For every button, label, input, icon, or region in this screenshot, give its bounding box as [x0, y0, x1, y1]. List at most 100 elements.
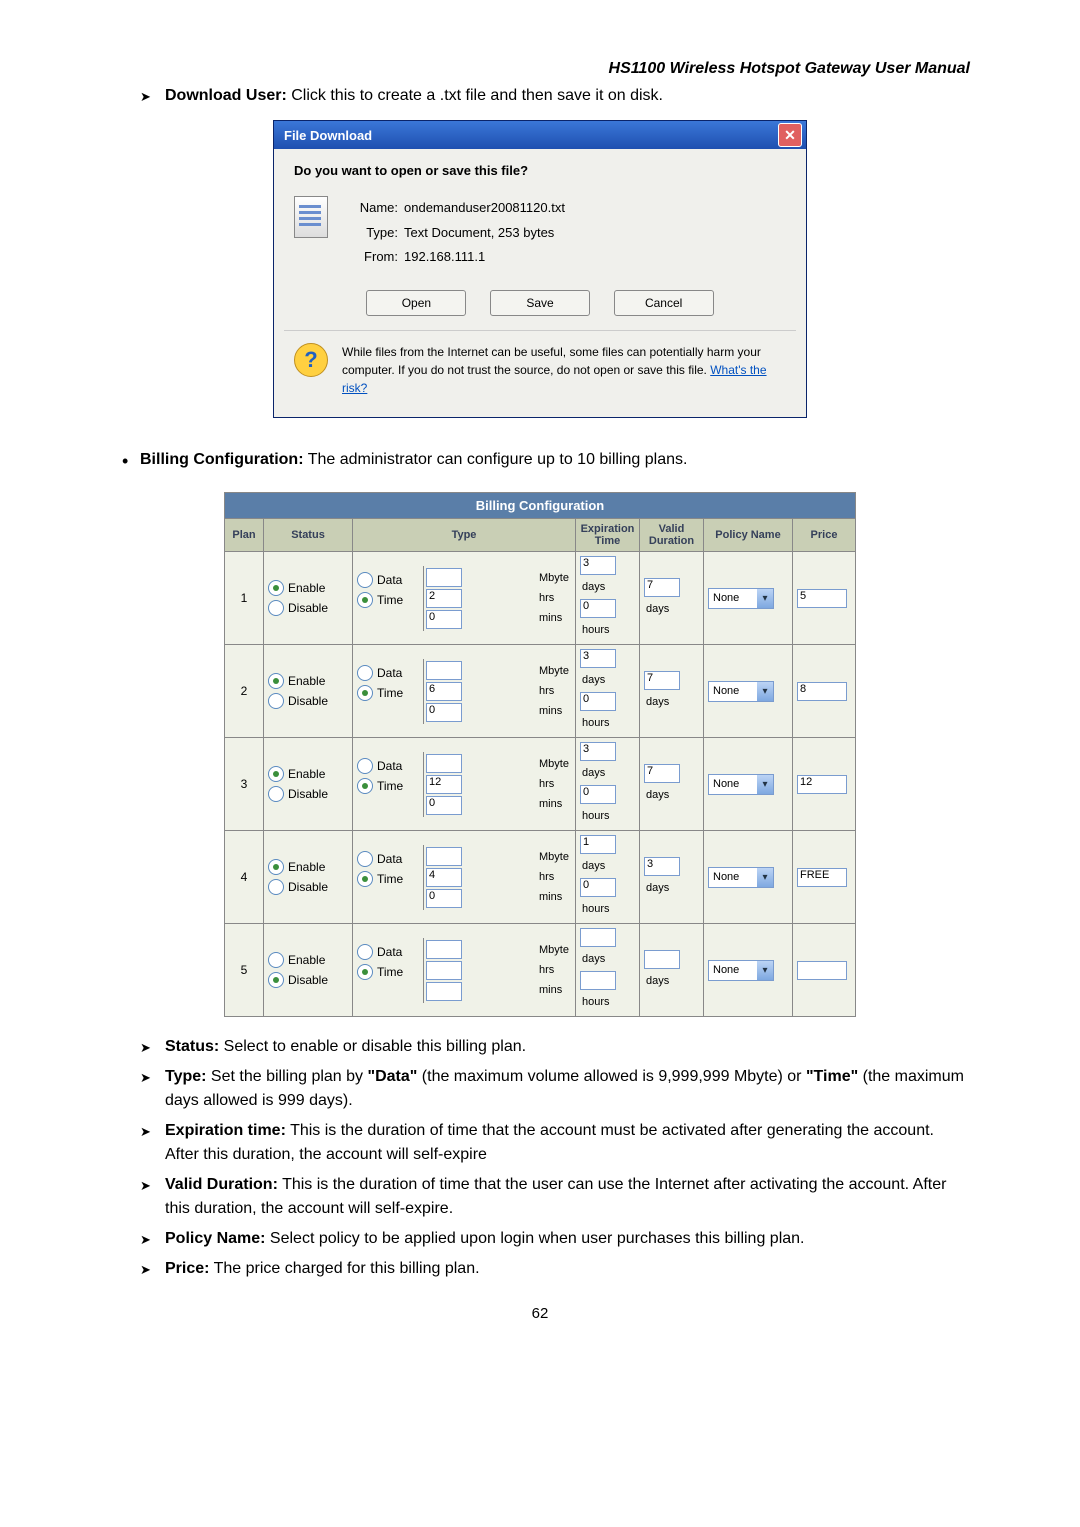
hrs-input[interactable]: 2 [426, 589, 462, 608]
mins-input[interactable] [426, 982, 462, 1001]
hrs-input[interactable] [426, 961, 462, 980]
radio-icon[interactable] [268, 766, 284, 782]
time-radio-row[interactable]: Time [357, 683, 419, 703]
radio-icon[interactable] [357, 778, 373, 794]
radio-icon[interactable] [268, 600, 284, 616]
time-radio-row[interactable]: Time [357, 962, 419, 982]
radio-icon[interactable] [357, 851, 373, 867]
radio-icon[interactable] [268, 879, 284, 895]
valid-days-input[interactable] [644, 950, 680, 969]
radio-icon[interactable] [268, 693, 284, 709]
exp-days-input[interactable]: 3 [580, 649, 616, 668]
chevron-down-icon[interactable]: ▾ [757, 589, 773, 608]
type-units: Mbyte hrs mins [537, 752, 575, 817]
hrs-input[interactable]: 12 [426, 775, 462, 794]
enable-label: Enable [288, 860, 325, 874]
price-input[interactable]: 12 [797, 775, 847, 794]
valid-days-input[interactable]: 7 [644, 671, 680, 690]
data-radio-row[interactable]: Data [357, 849, 419, 869]
radio-icon[interactable] [268, 786, 284, 802]
dialog-body: Do you want to open or save this file? N… [274, 149, 806, 417]
radio-icon[interactable] [268, 859, 284, 875]
radio-icon[interactable] [268, 972, 284, 988]
exp-hours-input[interactable] [580, 971, 616, 990]
disable-radio-row[interactable]: Disable [268, 784, 348, 804]
mbyte-input[interactable] [426, 940, 462, 959]
disable-radio-row[interactable]: Disable [268, 598, 348, 618]
data-radio-row[interactable]: Data [357, 942, 419, 962]
enable-radio-row[interactable]: Enable [268, 764, 348, 784]
mins-input[interactable]: 0 [426, 889, 462, 908]
disable-radio-row[interactable]: Disable [268, 691, 348, 711]
radio-icon[interactable] [357, 685, 373, 701]
exp-hours-input[interactable]: 0 [580, 692, 616, 711]
enable-radio-row[interactable]: Enable [268, 857, 348, 877]
radio-icon[interactable] [268, 580, 284, 596]
policy-select[interactable]: None ▾ [708, 960, 774, 981]
close-icon[interactable]: ✕ [778, 123, 802, 147]
note-price-label: Price: [165, 1260, 209, 1277]
radio-icon[interactable] [357, 871, 373, 887]
time-radio-row[interactable]: Time [357, 776, 419, 796]
mins-input[interactable]: 0 [426, 796, 462, 815]
policy-select[interactable]: None ▾ [708, 774, 774, 795]
mins-input[interactable]: 0 [426, 610, 462, 629]
exp-days-input[interactable]: 3 [580, 556, 616, 575]
chevron-down-icon[interactable]: ▾ [757, 961, 773, 980]
valid-days-input[interactable]: 3 [644, 857, 680, 876]
exp-days-input[interactable]: 3 [580, 742, 616, 761]
type-values: 2 0 [424, 566, 537, 631]
open-button[interactable]: Open [366, 290, 466, 316]
data-radio-row[interactable]: Data [357, 570, 419, 590]
valid-days-input[interactable]: 7 [644, 578, 680, 597]
radio-icon[interactable] [268, 673, 284, 689]
disable-radio-row[interactable]: Disable [268, 970, 348, 990]
enable-radio-row[interactable]: Enable [268, 950, 348, 970]
enable-radio-row[interactable]: Enable [268, 671, 348, 691]
radio-icon[interactable] [357, 944, 373, 960]
radio-icon[interactable] [357, 964, 373, 980]
data-radio-row[interactable]: Data [357, 756, 419, 776]
price-input[interactable]: 8 [797, 682, 847, 701]
data-label: Data [377, 852, 402, 866]
time-radio-row[interactable]: Time [357, 590, 419, 610]
hrs-input[interactable]: 6 [426, 682, 462, 701]
policy-select[interactable]: None ▾ [708, 588, 774, 609]
radio-icon[interactable] [357, 758, 373, 774]
enable-radio-row[interactable]: Enable [268, 578, 348, 598]
price-input[interactable]: FREE [797, 868, 847, 887]
mbyte-input[interactable] [426, 847, 462, 866]
mins-unit: mins [537, 701, 575, 721]
hrs-unit: hrs [537, 867, 575, 887]
mbyte-input[interactable] [426, 661, 462, 680]
save-button[interactable]: Save [490, 290, 590, 316]
mins-unit: mins [537, 887, 575, 907]
exp-hours-input[interactable]: 0 [580, 785, 616, 804]
disable-radio-row[interactable]: Disable [268, 877, 348, 897]
chevron-down-icon[interactable]: ▾ [757, 775, 773, 794]
radio-icon[interactable] [357, 592, 373, 608]
cancel-button[interactable]: Cancel [614, 290, 714, 316]
valid-days-input[interactable]: 7 [644, 764, 680, 783]
price-input[interactable]: 5 [797, 589, 847, 608]
chevron-down-icon[interactable]: ▾ [757, 682, 773, 701]
hrs-input[interactable]: 4 [426, 868, 462, 887]
mbyte-input[interactable] [426, 754, 462, 773]
radio-icon[interactable] [268, 952, 284, 968]
exp-hours-input[interactable]: 0 [580, 599, 616, 618]
radio-icon[interactable] [357, 665, 373, 681]
chevron-down-icon[interactable]: ▾ [757, 868, 773, 887]
mbyte-input[interactable] [426, 568, 462, 587]
exp-days-input[interactable]: 1 [580, 835, 616, 854]
manual-title: HS1100 Wireless Hotspot Gateway User Man… [110, 60, 970, 78]
data-radio-row[interactable]: Data [357, 663, 419, 683]
mins-input[interactable]: 0 [426, 703, 462, 722]
time-radio-row[interactable]: Time [357, 869, 419, 889]
radio-icon[interactable] [357, 572, 373, 588]
exp-hours-input[interactable]: 0 [580, 878, 616, 897]
policy-select[interactable]: None ▾ [708, 681, 774, 702]
download-user-text: Click this to create a .txt file and the… [287, 87, 663, 104]
policy-select[interactable]: None ▾ [708, 867, 774, 888]
exp-days-input[interactable] [580, 928, 616, 947]
price-input[interactable] [797, 961, 847, 980]
